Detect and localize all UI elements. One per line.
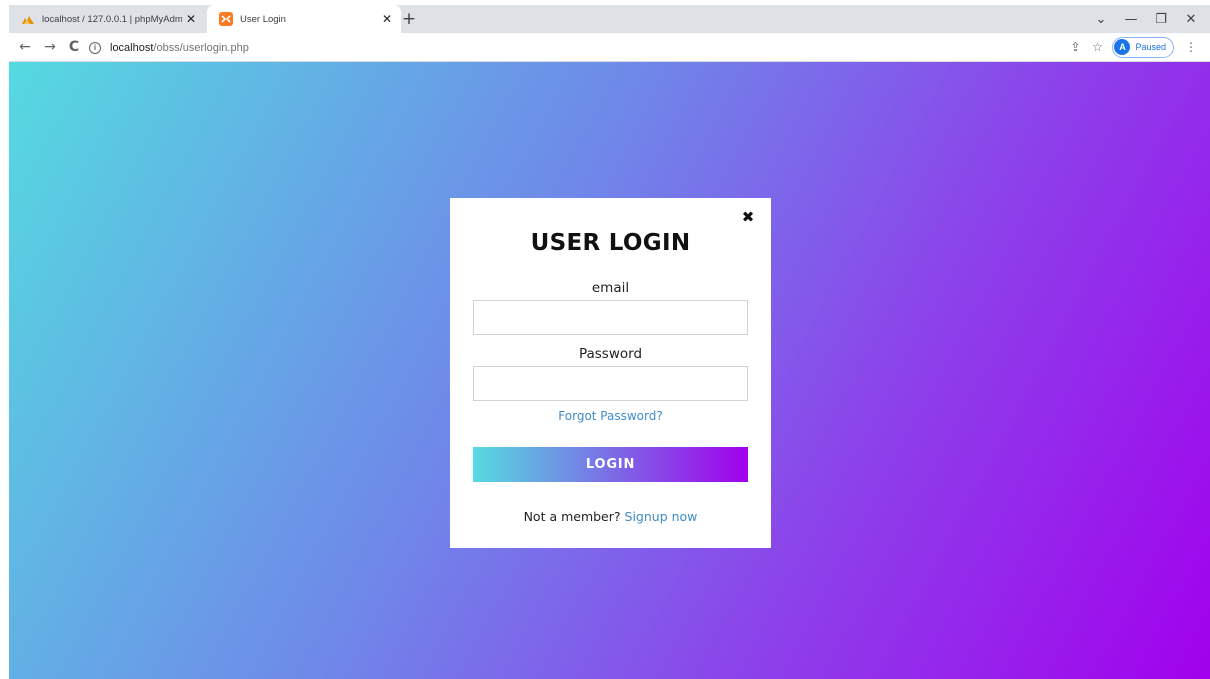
tab-search-icon[interactable]: ⌄ — [1086, 12, 1116, 27]
url-path: /obss/userlogin.php — [153, 41, 249, 54]
bookmark-star-icon[interactable]: ☆ — [1086, 40, 1108, 54]
window-controls: ⌄ — ❐ ✕ — [1086, 5, 1206, 33]
email-label: email — [591, 280, 630, 296]
tab-title: User Login — [240, 13, 286, 25]
back-icon[interactable]: ← — [15, 37, 35, 57]
share-icon[interactable]: ⇪ — [1064, 40, 1086, 54]
login-button[interactable]: LOGIN — [473, 447, 748, 482]
toolbar-actions: ⇪ ☆ A Paused ⋮ — [1064, 36, 1202, 58]
email-field[interactable] — [473, 300, 748, 335]
browser-window: localhost / 127.0.0.1 | phpMyAdmin ✕ Use… — [0, 0, 1210, 679]
signup-link[interactable]: Signup now — [625, 509, 698, 524]
url-host: localhost — [110, 41, 154, 54]
tab-strip: localhost / 127.0.0.1 | phpMyAdmin ✕ Use… — [9, 5, 1210, 33]
close-icon[interactable]: ✕ — [182, 10, 200, 28]
forward-icon[interactable]: → — [40, 37, 60, 57]
profile-status: Paused — [1135, 42, 1166, 52]
window-close-icon[interactable]: ✕ — [1176, 12, 1206, 27]
site-info-icon[interactable]: i — [89, 41, 101, 54]
xampp-icon — [219, 12, 233, 26]
avatar: A — [1114, 39, 1131, 55]
profile-button[interactable]: A Paused — [1112, 36, 1174, 58]
signup-prompt: Not a member? Signup now — [450, 509, 771, 524]
new-tab-button[interactable]: + — [399, 9, 419, 29]
menu-icon[interactable]: ⋮ — [1180, 40, 1202, 54]
login-modal: ✖ USER LOGIN email Password Forgot Passw… — [450, 198, 771, 548]
tab-phpmyadmin[interactable]: localhost / 127.0.0.1 | phpMyAdmin ✕ — [9, 5, 205, 33]
tab-title: localhost / 127.0.0.1 | phpMyAdmin — [42, 13, 182, 25]
restore-icon[interactable]: ❐ — [1146, 12, 1176, 27]
tab-user-login[interactable]: User Login ✕ — [207, 5, 401, 33]
phpmyadmin-icon — [21, 12, 35, 26]
address-bar[interactable]: i localhost/obss/userlogin.php — [89, 37, 1069, 58]
minimize-icon[interactable]: — — [1116, 12, 1146, 27]
page-title: USER LOGIN — [530, 230, 691, 256]
forgot-password-link[interactable]: Forgot Password? — [450, 409, 771, 423]
password-field[interactable] — [473, 366, 748, 401]
close-icon[interactable]: ✖ — [739, 208, 757, 226]
close-icon[interactable]: ✕ — [378, 10, 396, 28]
password-label: Password — [578, 346, 643, 362]
browser-toolbar: ← → C i localhost/obss/userlogin.php ⇪ ☆… — [9, 33, 1210, 62]
member-prompt-text: Not a member? — [523, 509, 621, 524]
page-viewport: ✖ USER LOGIN email Password Forgot Passw… — [9, 62, 1210, 679]
reload-icon[interactable]: C — [64, 37, 84, 57]
